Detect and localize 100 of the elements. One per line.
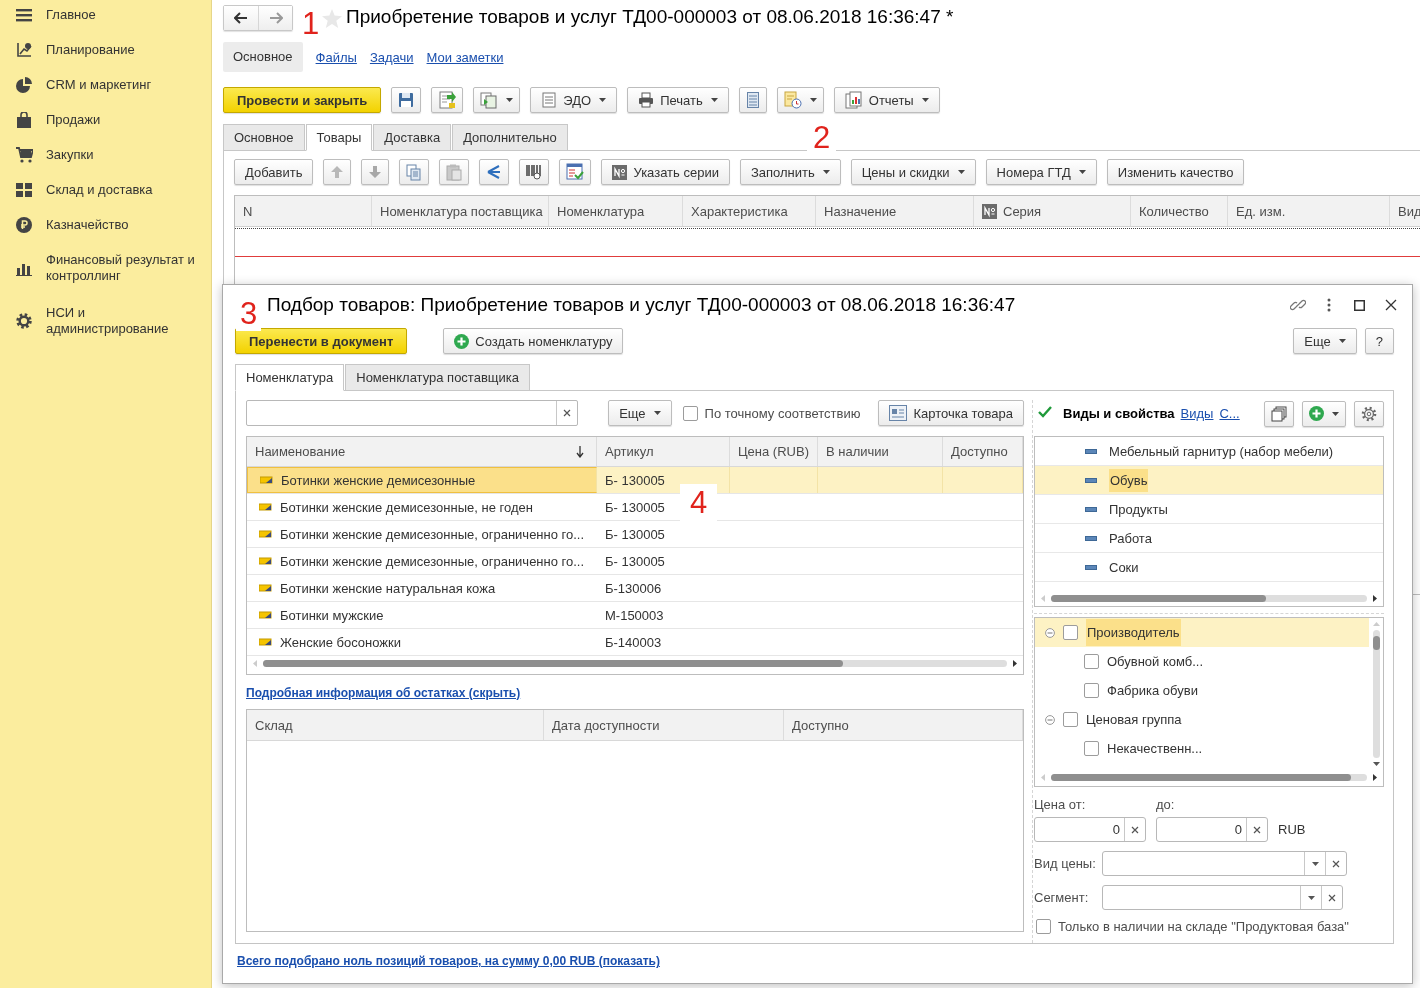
tree-item[interactable]: Ценовая группа bbox=[1035, 705, 1369, 734]
button[interactable]: Еще bbox=[608, 400, 672, 426]
column-header[interactable]: Серия bbox=[974, 196, 1131, 226]
table-row[interactable]: Женские босоножки Б-140003 bbox=[247, 629, 1023, 656]
tab[interactable]: Дополнительно bbox=[452, 124, 568, 151]
column-header[interactable]: Дата доступности bbox=[544, 710, 784, 740]
column-header[interactable]: Количество bbox=[1131, 196, 1228, 226]
toolbar-button[interactable] bbox=[1354, 400, 1384, 427]
toolbar-button[interactable] bbox=[1302, 400, 1346, 427]
column-header[interactable]: Доступно bbox=[784, 710, 1023, 740]
table-row[interactable]: Ботинки женские демисезонные, ограниченно го... Б- 130005 bbox=[247, 548, 1023, 575]
button[interactable]: Изменить качество bbox=[1106, 159, 1245, 185]
section-link[interactable]: Мои заметки bbox=[426, 49, 504, 65]
toolbar-button[interactable] bbox=[431, 87, 464, 113]
list-item[interactable]: Работа bbox=[1035, 524, 1383, 553]
tab[interactable]: Основное bbox=[223, 124, 305, 151]
table-row[interactable]: Ботинки мужские М-150003 bbox=[247, 602, 1023, 629]
table-row[interactable] bbox=[235, 228, 1420, 257]
dash-icon bbox=[1085, 506, 1097, 512]
search-field[interactable] bbox=[246, 400, 579, 426]
list-item[interactable]: Соки bbox=[1035, 553, 1383, 582]
back-button[interactable] bbox=[224, 6, 258, 30]
table-row[interactable]: Ботинки женские демисезонные, ограниченно го... Б- 130005 bbox=[247, 521, 1023, 548]
dropdown-field[interactable] bbox=[1102, 851, 1347, 876]
column-header[interactable]: Склад bbox=[247, 710, 544, 740]
scrollbar[interactable] bbox=[1372, 636, 1380, 650]
link[interactable]: С... bbox=[1219, 406, 1240, 421]
scrollbar[interactable] bbox=[1051, 594, 1266, 602]
tree-item[interactable]: Фабрика обуви bbox=[1035, 676, 1369, 705]
toolbar-button[interactable] bbox=[1264, 400, 1294, 427]
checkbox[interactable] bbox=[1063, 625, 1078, 640]
checkbox[interactable] bbox=[1084, 654, 1099, 669]
button[interactable]: ? bbox=[1364, 328, 1394, 354]
primary-button[interactable]: Провести и закрыть bbox=[223, 87, 382, 113]
sidebar-item[interactable]: Финансовый результат и контроллинг bbox=[0, 242, 211, 296]
sidebar-item[interactable]: Планирование bbox=[0, 32, 211, 67]
link[interactable]: Виды bbox=[1180, 406, 1214, 421]
section-link[interactable]: Задачи bbox=[369, 49, 414, 65]
button[interactable]: Карточка товара bbox=[878, 400, 1024, 426]
toolbar-button[interactable] bbox=[776, 87, 824, 113]
button[interactable]: ЭДО bbox=[530, 87, 618, 113]
checkbox[interactable] bbox=[1084, 741, 1099, 756]
toolbar-button[interactable] bbox=[473, 87, 521, 113]
column-header[interactable]: Цена (RUB) bbox=[730, 437, 818, 466]
button[interactable]: Создать номенклатуру bbox=[443, 328, 624, 354]
tree-item[interactable]: Обувной комб... bbox=[1035, 647, 1369, 676]
scrollbar[interactable] bbox=[1051, 773, 1352, 781]
input-field[interactable]: 0 bbox=[1034, 817, 1146, 842]
checkbox[interactable] bbox=[682, 405, 698, 421]
sidebar-item[interactable]: Продажи bbox=[0, 102, 211, 137]
sidebar-item[interactable]: CRM и маркетинг bbox=[0, 67, 211, 102]
table-row[interactable]: Ботинки женские натуральная кожа Б-130006 bbox=[247, 575, 1023, 602]
sidebar-item[interactable]: Закупки bbox=[0, 137, 211, 172]
tab[interactable]: Товары bbox=[305, 124, 373, 151]
column-header[interactable]: Артикул bbox=[597, 437, 730, 466]
column-header[interactable]: Характеристика bbox=[683, 196, 816, 226]
button[interactable]: Заполнить bbox=[739, 159, 841, 185]
column-header[interactable]: N bbox=[235, 196, 372, 226]
toolbar-button[interactable] bbox=[738, 87, 767, 113]
checkbox[interactable] bbox=[1084, 683, 1099, 698]
button[interactable]: Цены и скидки bbox=[850, 159, 976, 185]
column-header[interactable]: Наименование bbox=[247, 437, 597, 466]
button[interactable]: Номера ГТД bbox=[985, 159, 1097, 185]
primary-button[interactable]: Перенести в документ bbox=[235, 328, 408, 354]
toolbar-button[interactable] bbox=[361, 159, 390, 185]
sidebar-item[interactable]: Главное bbox=[0, 0, 211, 32]
button[interactable]: Еще bbox=[1293, 328, 1357, 354]
sidebar-item[interactable]: НСИ и администрирование bbox=[0, 296, 211, 346]
tree-item[interactable]: Производитель bbox=[1035, 618, 1369, 647]
link[interactable]: Всего подобрано ноль позиций товаров, на сумму 0,00 RUB (показать) bbox=[237, 954, 1394, 968]
tree-item[interactable]: Некачественн... bbox=[1035, 734, 1369, 763]
checkbox[interactable] bbox=[1036, 919, 1051, 934]
toolbar-button[interactable] bbox=[519, 159, 550, 185]
column-header[interactable]: Номенклатура поставщика bbox=[372, 196, 549, 226]
list-item[interactable]: Продукты bbox=[1035, 495, 1383, 524]
dropdown-field[interactable] bbox=[1102, 885, 1343, 910]
column-header[interactable]: Доступно bbox=[943, 437, 1023, 466]
section-tab[interactable]: Основное bbox=[223, 42, 303, 72]
button[interactable]: Указать серии bbox=[601, 159, 730, 185]
column-header[interactable]: В наличии bbox=[818, 437, 943, 466]
button[interactable]: Печать bbox=[627, 87, 729, 113]
button[interactable]: Добавить bbox=[234, 159, 314, 185]
column-header[interactable]: Номенклатура bbox=[549, 196, 683, 226]
sidebar-item[interactable]: Склад и доставка bbox=[0, 172, 211, 207]
scrollbar[interactable] bbox=[263, 659, 844, 667]
tab[interactable]: Номенклатура поставщика bbox=[345, 364, 530, 391]
toolbar-button[interactable] bbox=[559, 159, 592, 185]
column-header[interactable]: Ед. изм. bbox=[1228, 196, 1390, 226]
list-item[interactable]: Обувь bbox=[1035, 466, 1383, 495]
sidebar-item[interactable]: Казначейство bbox=[0, 207, 211, 242]
input-field[interactable]: 0 bbox=[1156, 817, 1268, 842]
toolbar-button[interactable] bbox=[479, 159, 510, 185]
toolbar-button[interactable] bbox=[391, 87, 422, 113]
section-link[interactable]: Файлы bbox=[315, 49, 357, 65]
checkbox[interactable] bbox=[1063, 712, 1078, 727]
tab[interactable]: Номенклатура bbox=[235, 364, 345, 391]
tab[interactable]: Доставка bbox=[373, 124, 452, 151]
column-header[interactable]: Назначение bbox=[816, 196, 974, 226]
link[interactable]: Подробная информация об остатках (скрыть) bbox=[246, 686, 1024, 700]
button[interactable]: Отчеты bbox=[833, 87, 940, 113]
